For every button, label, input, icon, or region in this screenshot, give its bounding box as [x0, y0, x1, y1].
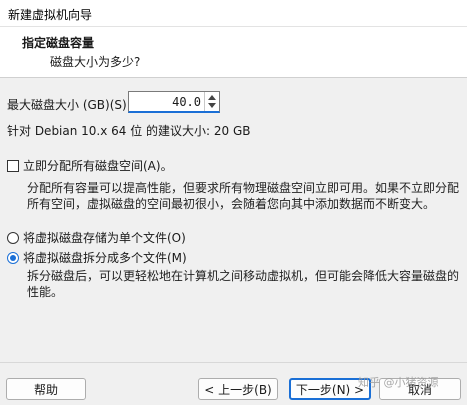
- recommended-size-text: 针对 Debian 10.x 64 位 的建议大小: 20 GB: [7, 124, 251, 138]
- wizard-header: 指定磁盘容量 磁盘大小为多少?: [0, 27, 467, 78]
- single-file-option[interactable]: 将虚拟磁盘存储为单个文件(O): [7, 229, 186, 246]
- single-file-radio[interactable]: [7, 231, 19, 244]
- watermark: 知乎 @小猪资源: [358, 376, 439, 389]
- disk-size-label: 最大磁盘大小 (GB)(S):: [7, 97, 131, 112]
- back-button[interactable]: < 上一步(B): [198, 378, 278, 400]
- page-title: 指定磁盘容量: [22, 36, 95, 50]
- allocate-all-option[interactable]: 立即分配所有磁盘空间(A)。: [7, 157, 173, 174]
- allocate-all-description: 分配所有容量可以提高性能，但要求所有物理磁盘空间立即可用。如果不立即分配所有空间…: [27, 181, 460, 211]
- split-files-label[interactable]: 将虚拟磁盘拆分成多个文件(M): [23, 249, 187, 266]
- help-button[interactable]: 帮助: [6, 378, 86, 400]
- disk-size-spinbox[interactable]: 40.0: [128, 91, 220, 113]
- title-bar: 新建虚拟机向导: [0, 0, 467, 27]
- spin-up-icon[interactable]: [208, 95, 216, 100]
- split-files-option[interactable]: 将虚拟磁盘拆分成多个文件(M): [7, 249, 187, 266]
- disk-size-value[interactable]: 40.0: [172, 95, 201, 109]
- spin-down-icon[interactable]: [208, 103, 216, 108]
- split-files-radio[interactable]: [7, 251, 19, 264]
- footer-divider: [0, 362, 467, 363]
- disk-size-row: 最大磁盘大小 (GB)(S):: [7, 94, 131, 114]
- allocate-all-checkbox[interactable]: [7, 159, 19, 172]
- window-title: 新建虚拟机向导: [8, 8, 93, 22]
- split-description: 拆分磁盘后，可以更轻松地在计算机之间移动虚拟机，但可能会降低大容量磁盘的性能。: [27, 269, 460, 299]
- single-file-label[interactable]: 将虚拟磁盘存储为单个文件(O): [23, 229, 186, 246]
- spin-buttons[interactable]: [204, 92, 219, 111]
- allocate-all-label[interactable]: 立即分配所有磁盘空间(A)。: [23, 157, 173, 174]
- page-subtitle: 磁盘大小为多少?: [50, 55, 141, 69]
